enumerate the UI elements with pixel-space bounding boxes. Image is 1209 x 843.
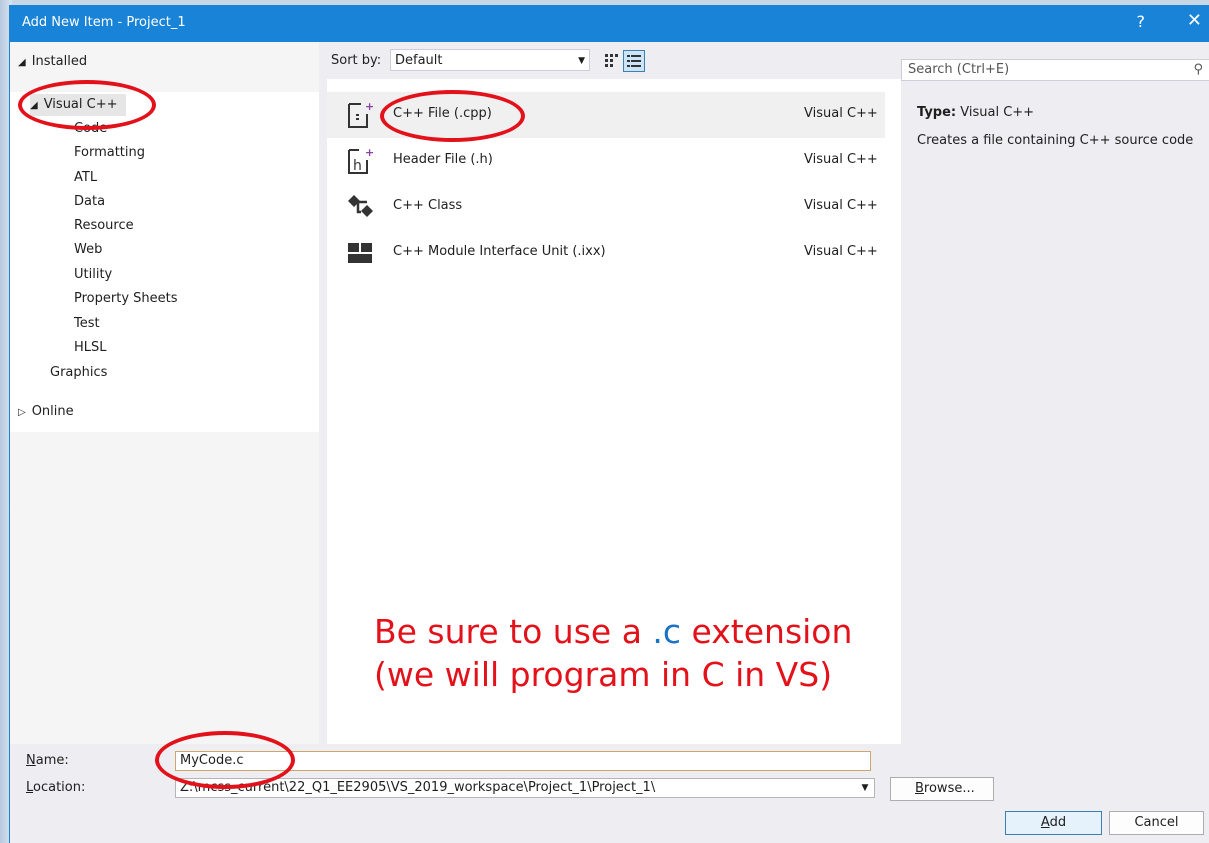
category-tree-panel: ◢ Installed ◢ Visual C++ Code Formatting A… <box>10 42 319 744</box>
small-icons-view-icon[interactable] <box>601 50 621 70</box>
title-bar: Add New Item - Project_1 ? ✕ <box>10 5 1209 42</box>
item-language: Visual C++ <box>804 106 878 121</box>
tree-item-formatting[interactable]: Formatting <box>74 142 145 164</box>
chevron-down-icon: ▼ <box>578 56 585 66</box>
header-file-icon: ++ h <box>348 146 375 174</box>
svg-text:h: h <box>353 158 362 174</box>
highlight-circle-visual-cpp <box>18 80 156 130</box>
add-button[interactable]: Add <box>1005 811 1102 835</box>
class-icon <box>348 195 373 217</box>
list-item[interactable]: ++ h Header File (.h) Visual C++ <box>327 138 885 184</box>
type-label: Type: <box>917 105 957 120</box>
expanded-triangle-icon[interactable]: ◢ <box>18 57 26 68</box>
annotation-line-2: (we will program in C in VS) <box>374 655 833 694</box>
type-description: Creates a file containing C++ source cod… <box>917 133 1194 148</box>
close-button[interactable]: ✕ <box>1187 10 1202 31</box>
help-button[interactable]: ? <box>1137 12 1146 31</box>
location-field[interactable]: Z:\mcss_current\22_Q1_EE2905\VS_2019_wor… <box>175 778 875 798</box>
type-value: Visual C++ <box>960 105 1035 120</box>
tree-item-graphics[interactable]: Graphics <box>50 362 107 384</box>
collapsed-triangle-icon[interactable]: ▷ <box>18 407 26 418</box>
sort-value: Default <box>395 53 443 68</box>
annotation-line-1: Be sure to use a .c extension <box>374 612 853 651</box>
search-icon[interactable]: ⚲ <box>1193 60 1203 80</box>
tree-item-data[interactable]: Data <box>74 191 105 213</box>
list-item[interactable]: C++ Module Interface Unit (.ixx) Visual … <box>327 230 885 276</box>
type-detail: Type: Visual C++ <box>917 105 1034 120</box>
item-language: Visual C++ <box>804 198 878 213</box>
search-input[interactable]: Search (Ctrl+E) ⚲ <box>901 59 1209 81</box>
sort-label: Sort by: <box>331 53 382 68</box>
item-language: Visual C++ <box>804 244 878 259</box>
sort-dropdown[interactable]: Default ▼ <box>390 49 590 71</box>
tree-item-online[interactable]: ▷ Online <box>18 401 74 423</box>
name-label: Name: <box>26 753 69 768</box>
svg-text:++: ++ <box>365 146 375 159</box>
list-view-icon[interactable] <box>623 50 645 72</box>
list-item[interactable]: C++ Class Visual C++ <box>327 184 885 230</box>
tree-item-property-sheets[interactable]: Property Sheets <box>74 288 178 310</box>
svg-text:++: ++ <box>365 100 375 113</box>
cancel-button[interactable]: Cancel <box>1109 811 1204 835</box>
details-panel: Search (Ctrl+E) ⚲ Type: Visual C++ Creat… <box>901 42 1209 744</box>
item-name: C++ Module Interface Unit (.ixx) <box>393 244 606 259</box>
highlight-circle-cpp-file <box>380 90 525 142</box>
item-name: Header File (.h) <box>393 152 493 167</box>
tree-item-web[interactable]: Web <box>74 239 102 261</box>
tree-item-test[interactable]: Test <box>74 313 100 335</box>
sort-toolbar: Sort by: Default ▼ <box>327 42 901 79</box>
chevron-down-icon[interactable]: ▼ <box>856 779 874 797</box>
module-icon <box>348 243 372 263</box>
location-label: Location: <box>26 780 86 795</box>
tree-item-hlsl[interactable]: HLSL <box>74 337 107 359</box>
cpp-file-icon: ++ <box>348 100 375 128</box>
tree-item-utility[interactable]: Utility <box>74 264 112 286</box>
browse-button[interactable]: Browse... <box>890 777 994 801</box>
window-title: Add New Item - Project_1 <box>22 15 186 30</box>
add-new-item-dialog: Add New Item - Project_1 ? ✕ ◢ Installed … <box>9 5 1209 843</box>
tree-item-installed[interactable]: ◢ Installed <box>18 51 87 73</box>
item-name: C++ Class <box>393 198 463 213</box>
tree-item-atl[interactable]: ATL <box>74 167 97 189</box>
item-language: Visual C++ <box>804 152 878 167</box>
highlight-circle-name-field <box>155 731 295 789</box>
tree-item-resource[interactable]: Resource <box>74 215 134 237</box>
